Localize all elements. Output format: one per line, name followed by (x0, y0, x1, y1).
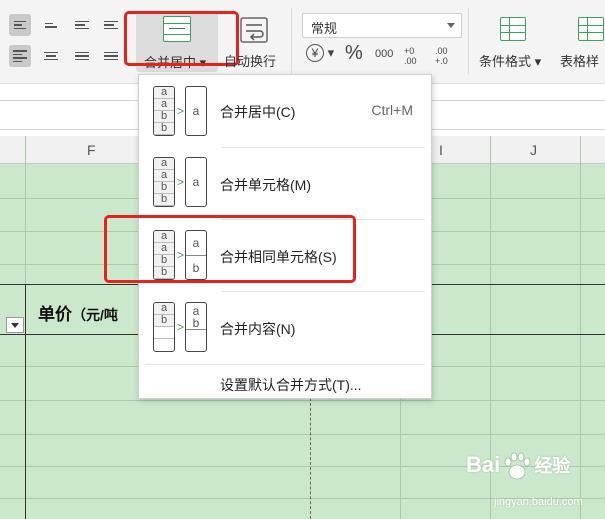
align-right-button[interactable] (71, 45, 93, 67)
merge-center-icon: aabb > a (153, 86, 209, 136)
column-header-f[interactable]: F (87, 142, 96, 158)
percent-format-button[interactable]: % (345, 42, 363, 65)
number-format-value: 常规 (311, 21, 338, 36)
menu-item-set-default-merge[interactable]: 设置默认合并方式(T)... (220, 375, 362, 395)
merge-content-icon: ab > ab (153, 302, 209, 352)
merge-cells-menu-icon: aabb > a (153, 157, 209, 207)
shortcut-label: Ctrl+M (371, 102, 413, 118)
indent-increase-button[interactable] (100, 14, 122, 36)
chevron-down-icon (447, 23, 455, 28)
align-left-button[interactable] (9, 45, 31, 67)
watermark-url: jingyan.baidu.com (494, 496, 583, 508)
increase-decimal-button[interactable]: +0 .00 (404, 46, 426, 66)
align-right-icon (75, 51, 89, 61)
menu-item-label: 合并居中(C) (220, 104, 296, 120)
menu-item-label: 合并内容(N) (220, 321, 296, 337)
menu-item-merge-center[interactable]: aabb > a 合并居中(C) Ctrl+M (139, 81, 431, 141)
indent-decrease-button[interactable] (71, 14, 93, 36)
number-format-select[interactable]: 常规 (302, 13, 462, 38)
conditional-format-icon (500, 17, 526, 41)
ribbon-divider (468, 8, 469, 74)
page-break-line (310, 398, 311, 519)
indent-increase-icon (104, 20, 118, 30)
align-top-button[interactable] (9, 14, 31, 36)
column-header-i[interactable]: I (439, 142, 443, 158)
menu-item-label: 合并单元格(M) (220, 177, 311, 193)
align-center-icon (44, 51, 58, 61)
ribbon-divider (291, 8, 292, 74)
merge-same-cells-highlight (104, 215, 356, 283)
merge-button-highlight (124, 11, 239, 66)
menu-item-merge-content[interactable]: ab > ab 合并内容(N) (139, 298, 431, 358)
align-top-icon (14, 20, 26, 30)
currency-format-button[interactable]: ¥ ▾ (306, 44, 334, 62)
wrap-text-button[interactable]: 自动换行 (224, 51, 276, 70)
distributed-align-icon (104, 51, 118, 61)
unit-price-header-cell[interactable]: 单价（元/吨 (38, 300, 118, 325)
decrease-decimal-button[interactable]: .00 +.0 (435, 46, 457, 66)
align-center-button[interactable] (40, 45, 62, 67)
conditional-format-button[interactable]: 条件格式 ▾ (479, 51, 541, 70)
ribbon: 合并居中 ▾ 自动换行 常规 ¥ ▾ % 000 +0 .00 .00 +.0 … (0, 0, 605, 84)
baidu-paw-logo (504, 452, 531, 480)
table-style-icon (578, 17, 604, 41)
indent-decrease-icon (75, 20, 89, 30)
yen-icon: ¥ (306, 44, 324, 62)
filter-dropdown-button[interactable] (6, 317, 24, 333)
menu-item-merge-cells[interactable]: aabb > a 合并单元格(M) (139, 154, 431, 214)
distributed-align-button[interactable] (100, 45, 122, 67)
thousands-separator-button[interactable]: 000 (375, 48, 393, 60)
align-middle-button[interactable] (40, 14, 62, 36)
table-style-button[interactable]: 表格样 (560, 51, 599, 70)
column-header-j[interactable]: J (530, 142, 537, 158)
align-middle-icon (45, 22, 57, 28)
wrap-text-icon (240, 17, 268, 43)
align-left-icon (13, 50, 27, 62)
